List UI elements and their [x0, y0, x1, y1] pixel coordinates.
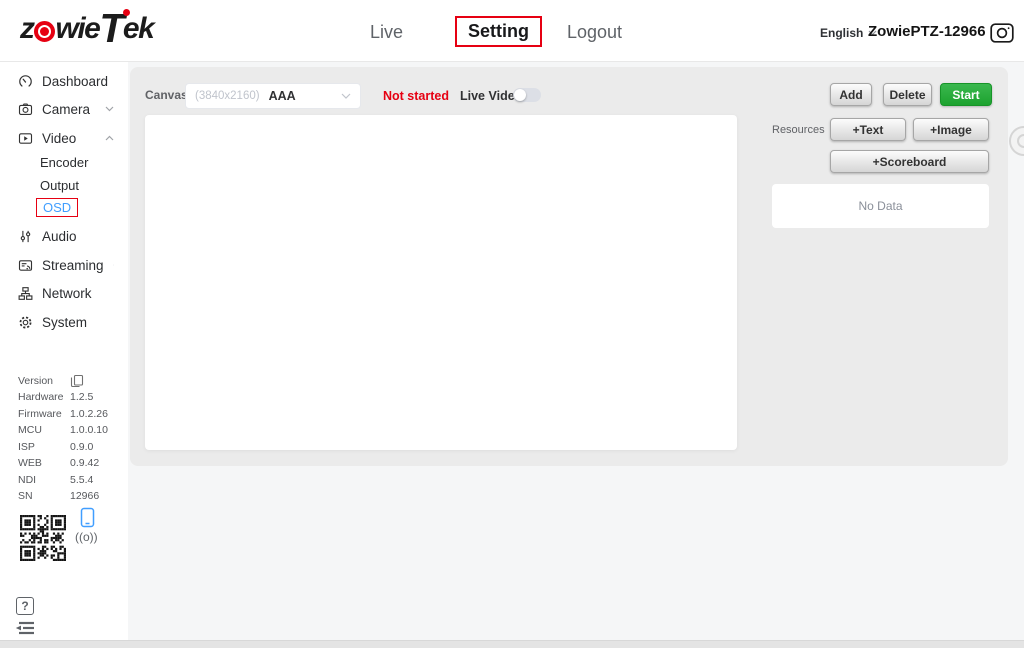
- zowietek-logo[interactable]: z wie T ek: [20, 6, 153, 50]
- version-value: 5.5.4: [70, 474, 93, 486]
- sidebar: Dashboard Camera Video Encoder Output OS…: [0, 62, 128, 640]
- chevron-down-icon: [341, 93, 351, 99]
- canvas-select[interactable]: (3840x2160) AAA: [185, 83, 361, 109]
- resource-list-empty: No Data: [772, 184, 989, 228]
- logo-text: z: [20, 8, 34, 50]
- sidebar-item-audio[interactable]: Audio: [18, 225, 114, 247]
- horizontal-scrollbar[interactable]: [0, 640, 1024, 648]
- sidebar-item-label: Network: [42, 286, 92, 301]
- sidebar-item-camera[interactable]: Camera: [18, 98, 114, 120]
- version-label: Version: [18, 375, 70, 387]
- sidebar-item-label: Audio: [42, 229, 77, 244]
- gauge-icon: [18, 74, 33, 89]
- language-label: English: [820, 26, 863, 40]
- resources-label: Resources: [772, 124, 825, 136]
- canvas-name: AAA: [269, 89, 296, 103]
- version-value: 1.0.0.10: [70, 424, 108, 436]
- copy-icon[interactable]: [70, 374, 84, 388]
- sidebar-item-video[interactable]: Video: [18, 127, 114, 149]
- streaming-icon: [18, 258, 33, 273]
- sidebar-item-label-selected: OSD: [36, 198, 78, 217]
- version-value: 1.0.2.26: [70, 408, 108, 420]
- audio-sliders-icon: [18, 229, 33, 244]
- network-icon: [18, 286, 33, 301]
- osd-canvas-preview[interactable]: [145, 115, 737, 450]
- version-value: 12966: [70, 490, 99, 502]
- version-row: NDI 5.5.4: [18, 473, 93, 486]
- version-label: Hardware: [18, 391, 70, 403]
- version-value: 1.2.5: [70, 391, 93, 403]
- qr-code: [16, 511, 70, 565]
- sidebar-item-label: Video: [42, 131, 76, 146]
- header: z wie T ek Live Setting Logout English Z…: [0, 0, 1024, 62]
- osd-settings-panel: Canvas (3840x2160) AAA Not started Live …: [130, 67, 1008, 466]
- nav-setting[interactable]: Setting: [455, 16, 542, 47]
- version-label: WEB: [18, 457, 70, 469]
- live-video-toggle[interactable]: [513, 88, 541, 102]
- version-value: 0.9.0: [70, 441, 93, 453]
- sidebar-item-output[interactable]: Output: [40, 175, 79, 195]
- canvas-resolution: (3840x2160): [195, 90, 260, 102]
- sidebar-item-label: Encoder: [40, 155, 88, 170]
- logo-bullseye-icon: [34, 21, 55, 42]
- chevron-down-icon: [105, 106, 114, 112]
- version-row: Version: [18, 374, 84, 387]
- chevron-up-icon: [105, 135, 114, 141]
- sidebar-item-encoder[interactable]: Encoder: [40, 152, 88, 172]
- add-text-button[interactable]: +Text: [830, 118, 906, 141]
- camera-snapshot-icon[interactable]: [990, 21, 1014, 43]
- canvas-label: Canvas: [145, 88, 188, 102]
- sidebar-item-label: Camera: [42, 102, 90, 117]
- sidebar-item-network[interactable]: Network: [18, 282, 114, 304]
- floating-widget-handle[interactable]: [1009, 126, 1024, 156]
- version-label: MCU: [18, 424, 70, 436]
- sidebar-item-label: System: [42, 315, 87, 330]
- version-row: WEB 0.9.42: [18, 456, 99, 469]
- logo-text: wie: [56, 8, 100, 50]
- start-button[interactable]: Start: [940, 83, 992, 106]
- sidebar-item-osd[interactable]: OSD: [36, 197, 78, 217]
- version-row: SN 12966: [18, 489, 99, 502]
- sidebar-item-streaming[interactable]: Streaming: [18, 254, 114, 276]
- delete-button[interactable]: Delete: [883, 83, 932, 106]
- sidebar-item-dashboard[interactable]: Dashboard: [18, 70, 114, 92]
- sidebar-item-system[interactable]: System: [18, 311, 114, 333]
- chevron-down-icon: [113, 262, 114, 268]
- sidebar-item-label: Output: [40, 178, 79, 193]
- version-label: Firmware: [18, 408, 70, 420]
- logo-text: T: [99, 6, 123, 50]
- nav-logout[interactable]: Logout: [567, 22, 622, 43]
- version-value: 0.9.42: [70, 457, 99, 469]
- broadcast-icon: ((o)): [75, 530, 98, 544]
- help-button[interactable]: ?: [16, 597, 34, 615]
- sidebar-item-label: Streaming: [42, 258, 104, 273]
- add-scoreboard-button[interactable]: +Scoreboard: [830, 150, 989, 173]
- version-row: Hardware 1.2.5: [18, 390, 93, 403]
- gear-icon: [18, 315, 33, 330]
- version-row: MCU 1.0.0.10: [18, 423, 108, 436]
- add-button[interactable]: Add: [830, 83, 872, 106]
- status-text: Not started: [383, 89, 449, 103]
- nav-live[interactable]: Live: [370, 22, 403, 43]
- video-icon: [18, 131, 33, 146]
- version-row: ISP 0.9.0: [18, 440, 93, 453]
- version-label: NDI: [18, 474, 70, 486]
- add-image-button[interactable]: +Image: [913, 118, 989, 141]
- sidebar-item-label: Dashboard: [42, 74, 108, 89]
- version-label: SN: [18, 490, 70, 502]
- collapse-sidebar-icon[interactable]: [14, 621, 36, 635]
- logo-red-dot: [123, 9, 130, 16]
- mobile-phone-icon[interactable]: [80, 507, 95, 528]
- version-row: Firmware 1.0.2.26: [18, 407, 108, 420]
- version-label: ISP: [18, 441, 70, 453]
- camera-icon: [18, 102, 33, 117]
- device-name: ZowiePTZ-12966: [868, 23, 986, 40]
